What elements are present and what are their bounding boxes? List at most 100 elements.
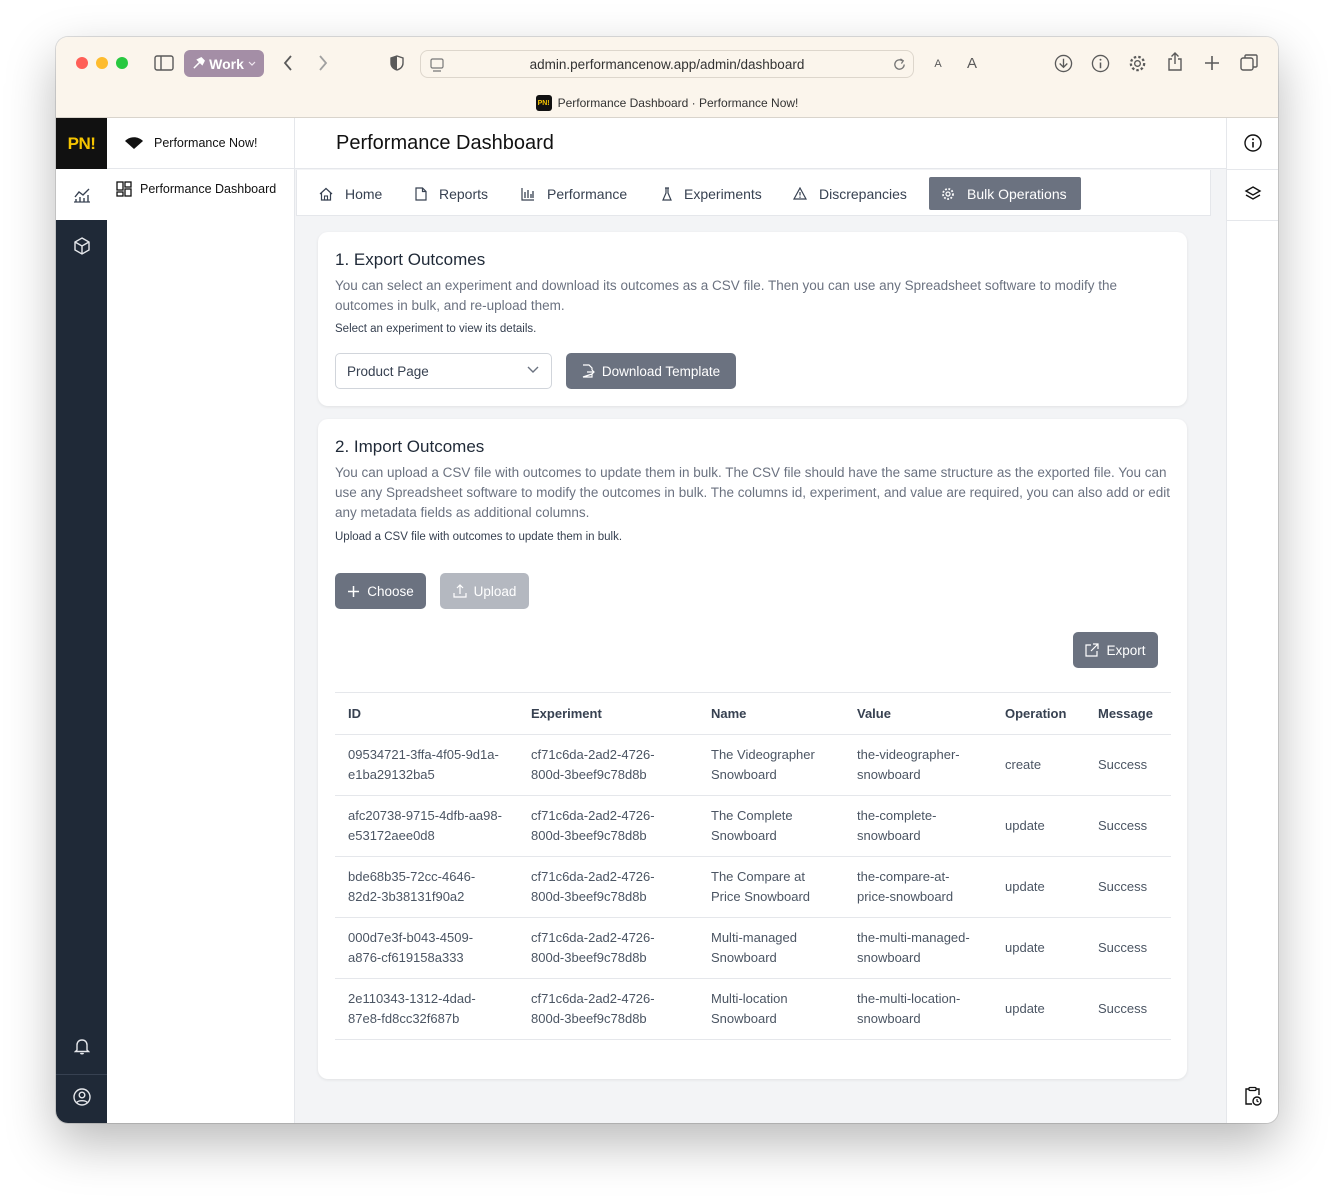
column-header-message[interactable]: Message <box>1085 692 1171 735</box>
browser-tab[interactable]: PN! Performance Dashboard · Performance … <box>56 95 1278 111</box>
favicon: PN! <box>535 95 552 111</box>
right-rail-divider <box>1227 220 1278 221</box>
tab-overview-icon[interactable] <box>1238 52 1260 74</box>
cell-experiment: cf71c6da-2ad2-4726-800d-3beef9c78d8b <box>518 734 698 796</box>
page-settings-icon[interactable] <box>429 57 445 73</box>
cell-operation: update <box>992 917 1085 979</box>
close-window-button[interactable] <box>76 57 88 69</box>
user-circle-icon <box>72 1088 91 1106</box>
column-header-operation[interactable]: Operation <box>992 692 1085 735</box>
choose-label: Choose <box>367 583 414 599</box>
upload-icon <box>453 584 467 598</box>
tab-bar: Home Reports Performance Experiments Dis… <box>296 170 1211 216</box>
app: PN! Performance Now! Performance Dashboa… <box>56 118 1278 1123</box>
zoom-window-button[interactable] <box>116 57 128 69</box>
chevron-down-icon <box>248 61 256 66</box>
forward-icon[interactable] <box>313 53 333 73</box>
cell-value: the-videographer-snowboard <box>844 734 992 796</box>
layers-icon <box>1244 186 1262 200</box>
privacy-shield-icon[interactable] <box>387 53 407 73</box>
rail-divider <box>56 1074 107 1075</box>
choose-file-button[interactable]: Choose <box>335 573 426 609</box>
cell-value: the-compare-at-price-snowboard <box>844 856 992 918</box>
right-rail-divider <box>1227 169 1278 170</box>
download-icon[interactable] <box>1052 52 1074 74</box>
decrease-font-button[interactable]: A <box>930 54 946 74</box>
table-row: bde68b35-72cc-4646-82d2-3b38131f90a2 cf7… <box>335 856 1171 918</box>
brand-logo-icon <box>125 136 143 149</box>
rail-item-account[interactable] <box>56 1077 107 1117</box>
increase-font-button[interactable]: A <box>962 52 982 74</box>
new-tab-icon[interactable] <box>1201 52 1223 74</box>
tab-label: Reports <box>439 185 489 202</box>
brand-header[interactable]: Performance Now! <box>107 118 295 169</box>
side-navigation: Performance Now! Performance Dashboard <box>107 118 295 1123</box>
cell-message: Success <box>1085 795 1171 857</box>
cell-operation: create <box>992 734 1085 796</box>
tab-experiments[interactable]: Experiments <box>652 177 772 210</box>
reload-icon[interactable] <box>892 57 907 72</box>
browser-toolbar: Work admin.performancenow.app/admin/dash… <box>56 37 1278 118</box>
profile-switcher[interactable]: Work <box>184 50 264 77</box>
column-header-name[interactable]: Name <box>698 692 844 735</box>
column-header-experiment[interactable]: Experiment <box>518 692 698 735</box>
download-template-button[interactable]: Download Template <box>566 353 736 389</box>
experiment-select[interactable]: Product Page <box>335 353 552 389</box>
cell-name: The Compare at Price Snowboard <box>698 856 844 918</box>
column-header-id[interactable]: ID <box>335 692 518 735</box>
cell-experiment: cf71c6da-2ad2-4726-800d-3beef9c78d8b <box>518 917 698 979</box>
tab-home[interactable]: Home <box>309 177 392 210</box>
cell-id: 000d7e3f-b043-4509-a876-cf619158a333 <box>335 917 518 979</box>
table-row: 2e110343-1312-4dad-87e8-fd8cc32f687b cf7… <box>335 978 1171 1040</box>
clipboard-history-button[interactable] <box>1227 1081 1278 1111</box>
gear-icon[interactable] <box>1126 52 1148 74</box>
line-chart-icon <box>73 188 90 203</box>
cell-message: Success <box>1085 978 1171 1040</box>
main-content: Performance Dashboard Home Reports Perfo… <box>295 118 1226 1123</box>
experiment-select-value: Product Page <box>347 363 429 379</box>
tab-label: Discrepancies <box>819 185 907 202</box>
cell-operation: update <box>992 856 1085 918</box>
info-panel-button[interactable] <box>1227 128 1278 158</box>
download-template-label: Download Template <box>601 363 721 379</box>
column-header-value[interactable]: Value <box>844 692 992 735</box>
export-section-description: You can select an experiment and downloa… <box>335 278 1117 313</box>
import-section-description: You can upload a CSV file with outcomes … <box>335 465 1170 520</box>
page-header: Performance Dashboard <box>295 118 1226 169</box>
upload-button[interactable]: Upload <box>440 573 529 609</box>
rail-item-notifications[interactable] <box>56 1026 107 1066</box>
cell-experiment: cf71c6da-2ad2-4726-800d-3beef9c78d8b <box>518 795 698 857</box>
tab-bulk-operations[interactable]: Bulk Operations <box>929 177 1081 210</box>
cell-id: 09534721-3ffa-4f05-9d1a-e1ba29132ba5 <box>335 734 518 796</box>
home-icon <box>319 187 333 201</box>
minimize-window-button[interactable] <box>96 57 108 69</box>
export-button[interactable]: Export <box>1073 632 1158 668</box>
import-section-title: 2. Import Outcomes <box>335 437 485 456</box>
cell-id: bde68b35-72cc-4646-82d2-3b38131f90a2 <box>335 856 518 918</box>
logo[interactable]: PN! <box>56 118 107 169</box>
table-row: 09534721-3ffa-4f05-9d1a-e1ba29132ba5 cf7… <box>335 734 1171 796</box>
tab-reports[interactable]: Reports <box>405 177 498 210</box>
sidebar-toggle-icon[interactable] <box>152 52 176 74</box>
address-bar[interactable]: admin.performancenow.app/admin/dashboard <box>420 50 914 78</box>
tab-label: Bulk Operations <box>967 185 1067 202</box>
back-icon[interactable] <box>278 53 298 73</box>
cell-name: Multi-managed Snowboard <box>698 917 844 979</box>
tab-performance[interactable]: Performance <box>511 177 637 210</box>
sidebar-item-label: Performance Dashboard <box>140 182 277 196</box>
tab-discrepancies[interactable]: Discrepancies <box>783 177 917 210</box>
info-icon[interactable] <box>1089 52 1111 74</box>
export-section-hint: Select an experiment to view its details… <box>335 323 537 335</box>
external-link-icon <box>1085 643 1100 657</box>
sidebar-item-performance-dashboard[interactable]: Performance Dashboard <box>107 178 295 200</box>
dashboard-icon <box>116 181 132 197</box>
rail-item-products[interactable] <box>56 226 107 266</box>
layers-panel-button[interactable] <box>1227 179 1278 209</box>
upload-label: Upload <box>473 583 517 599</box>
share-icon[interactable] <box>1164 51 1186 73</box>
rail-item-analytics[interactable] <box>56 169 107 220</box>
info-icon <box>1244 134 1262 152</box>
file-icon <box>415 186 427 201</box>
file-export-icon <box>582 364 595 378</box>
tab-label: Home <box>345 185 383 202</box>
